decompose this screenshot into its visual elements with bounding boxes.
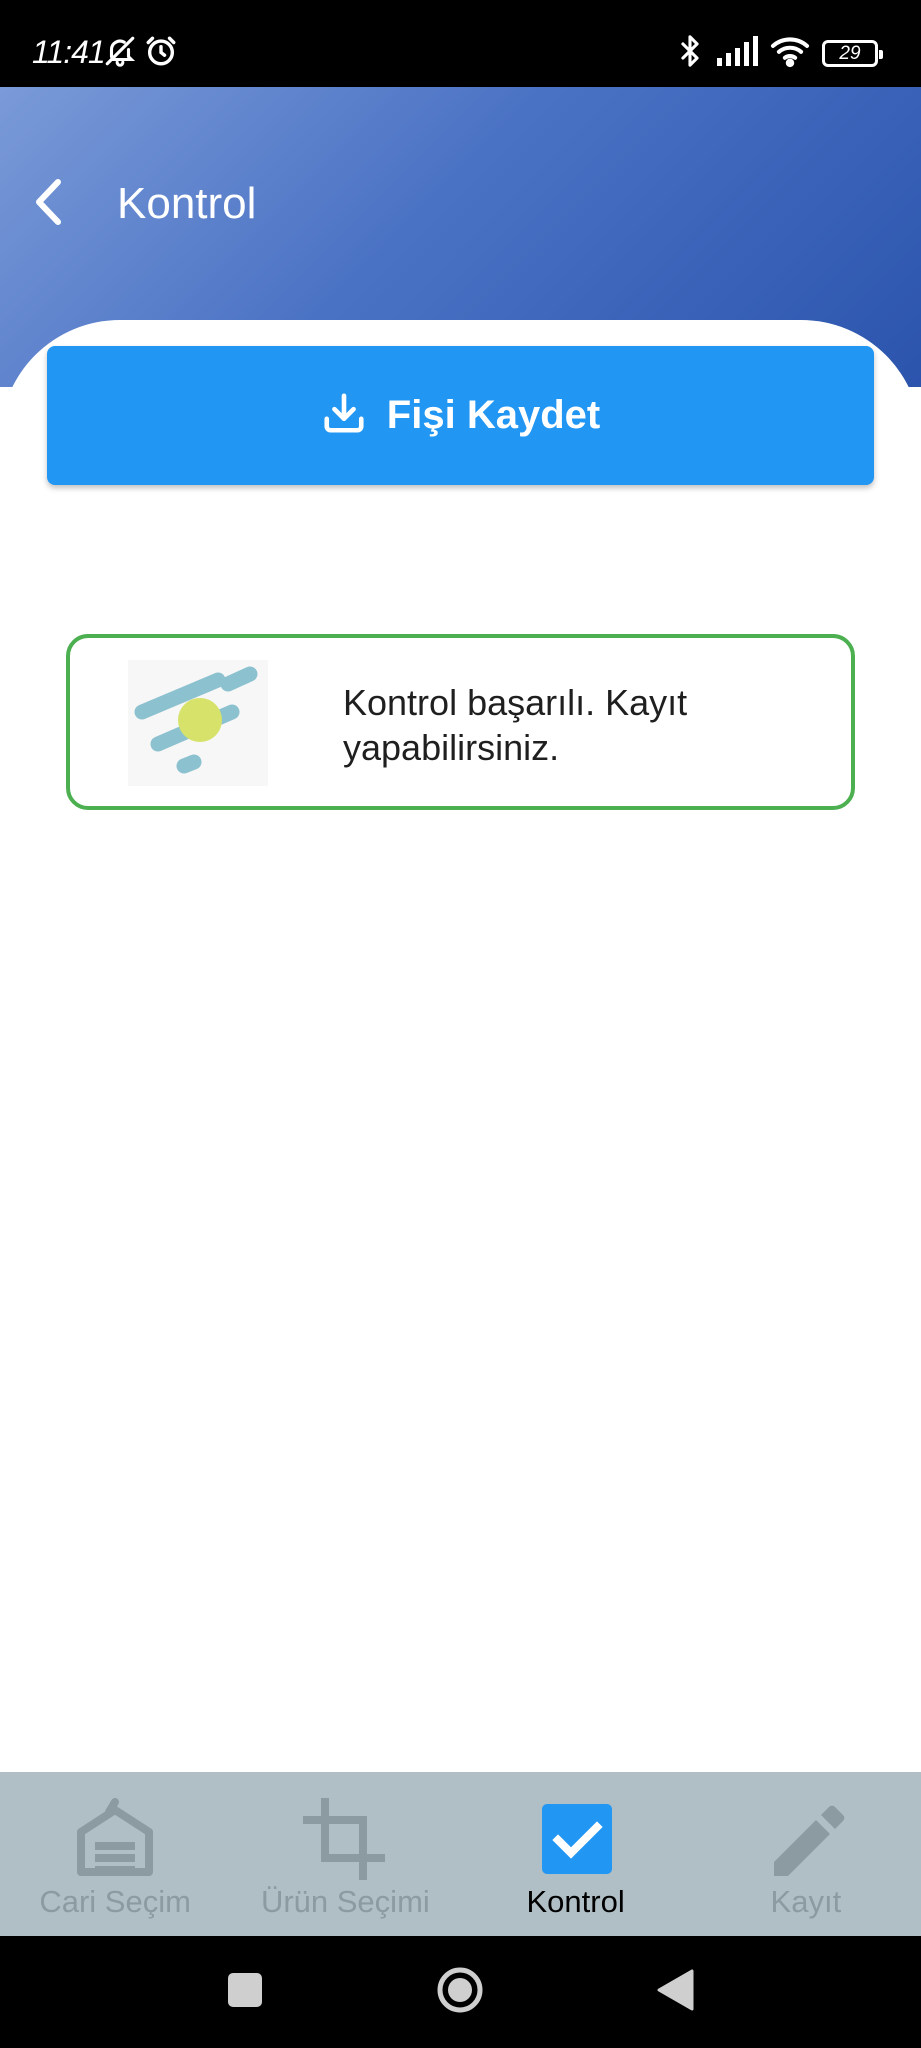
- tab-label: Kayıt: [770, 1884, 842, 1919]
- chevron-left-icon: [31, 177, 65, 232]
- tab-cari-secim[interactable]: Cari Seçim: [0, 1772, 230, 1936]
- battery-level: 29: [839, 43, 861, 64]
- warehouse-icon: [73, 1798, 157, 1882]
- download-icon: [321, 390, 367, 441]
- page-title: Kontrol: [117, 179, 257, 228]
- tab-label: Ürün Seçimi: [260, 1884, 430, 1919]
- alarm-icon: [144, 34, 178, 73]
- status-bar: 11:41 29: [0, 0, 921, 87]
- tab-urun-secimi[interactable]: Ürün Seçimi: [230, 1772, 460, 1936]
- system-navigation-bar: [0, 1936, 921, 2048]
- home-button[interactable]: [420, 1936, 500, 2048]
- save-receipt-button[interactable]: Fişi Kaydet: [47, 346, 874, 485]
- result-message: Kontrol başarılı. Kayıt yapabilirsiniz.: [343, 682, 688, 768]
- recents-square-icon: [227, 1972, 263, 2013]
- back-triangle-icon: [656, 1969, 694, 2016]
- bell-off-icon: [103, 34, 137, 73]
- back-button[interactable]: [18, 169, 78, 239]
- signal-icon: [716, 34, 760, 73]
- status-time: 11:41: [32, 34, 106, 70]
- tab-label: Cari Seçim: [39, 1884, 191, 1919]
- home-circle-icon: [435, 1965, 485, 2020]
- app-logo: [128, 660, 268, 786]
- bluetooth-icon: [673, 34, 707, 73]
- back-system-button[interactable]: [635, 1936, 715, 2048]
- tab-kontrol[interactable]: Kontrol: [461, 1772, 691, 1936]
- crop-icon: [303, 1798, 387, 1882]
- result-message-card: Kontrol başarılı. Kayıt yapabilirsiniz.: [66, 634, 855, 810]
- battery-icon: 29: [822, 40, 883, 67]
- save-button-label: Fişi Kaydet: [386, 393, 601, 437]
- tab-label: Kontrol: [526, 1884, 625, 1919]
- checkbox-checked-icon: [534, 1798, 618, 1882]
- wifi-icon: [768, 34, 812, 73]
- bottom-navigation: Cari Seçim Ürün Seçimi Kontrol Kayıt: [0, 1772, 921, 1936]
- content-panel: [0, 320, 921, 1772]
- pencil-icon: [764, 1798, 848, 1882]
- recents-button[interactable]: [205, 1936, 285, 2048]
- tab-kayit[interactable]: Kayıt: [691, 1772, 921, 1936]
